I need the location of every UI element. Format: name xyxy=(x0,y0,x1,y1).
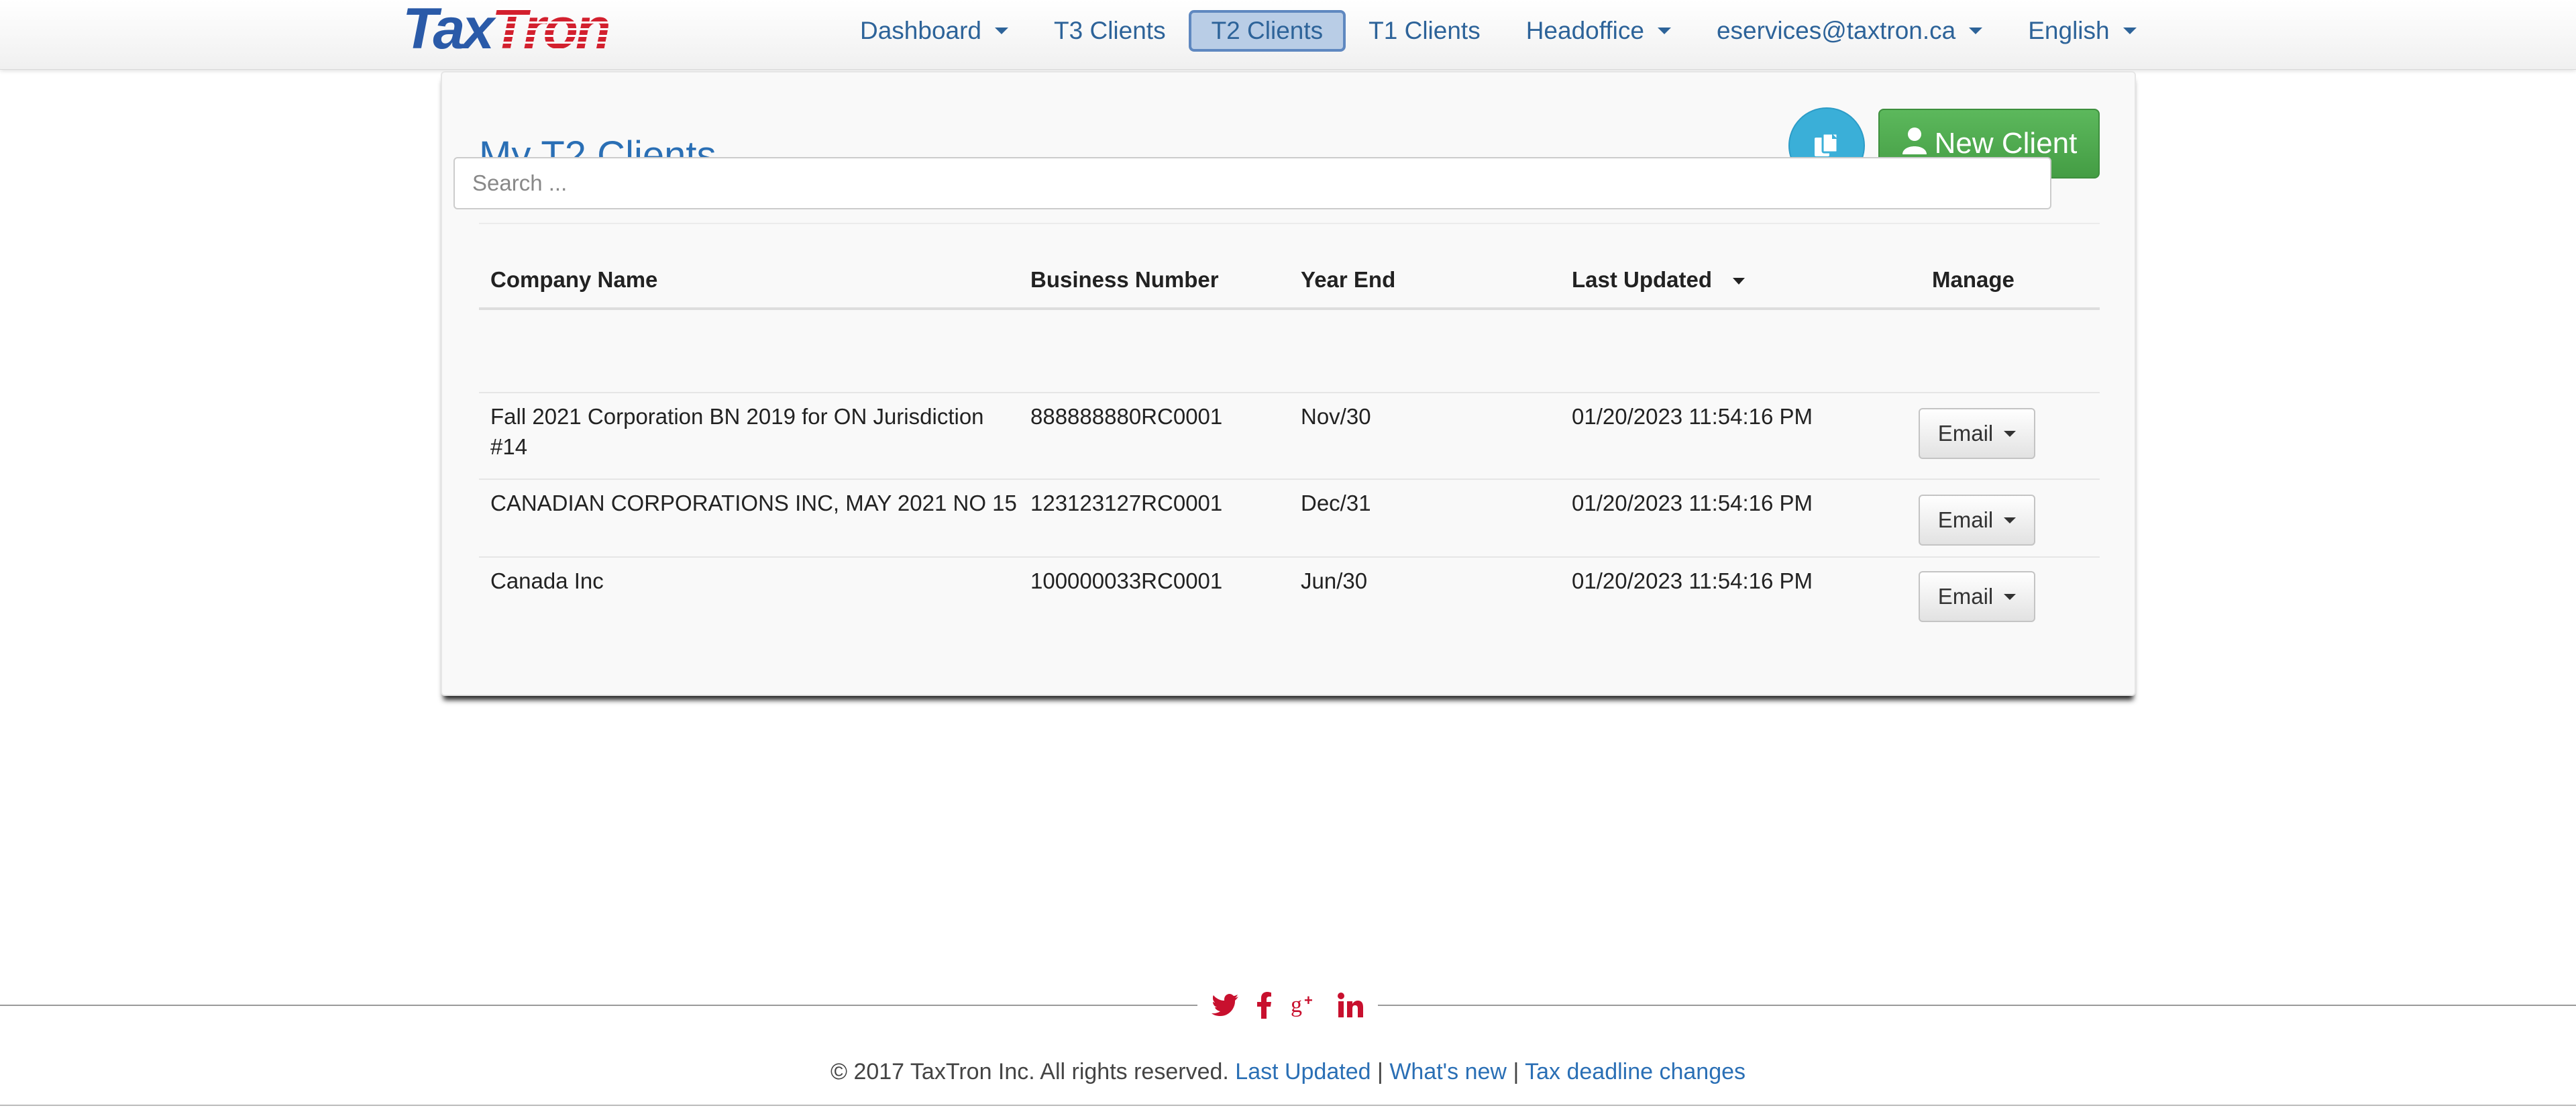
logo-text-tron: Tron xyxy=(492,0,611,61)
table-row: CANADIAN CORPORATIONS INC, MAY 2021 NO 1… xyxy=(479,480,2100,558)
company-name-line: CANADIAN CORPORATIONS INC, MAY 2021 NO 1… xyxy=(490,491,1017,515)
top-navbar: TaxTron Dashboard T3 Clients T2 Clients … xyxy=(0,0,2576,70)
nav-t1-clients-label: T1 Clients xyxy=(1368,17,1481,44)
email-dropdown-button[interactable]: Email xyxy=(1919,408,2035,459)
linkedin-icon[interactable] xyxy=(1338,993,1363,1018)
column-manage: Manage xyxy=(1932,267,2015,292)
chevron-down-icon xyxy=(2004,517,2017,523)
sort-desc-icon xyxy=(1733,278,1746,285)
copy-icon xyxy=(1815,132,1839,156)
nav-dashboard[interactable]: Dashboard xyxy=(837,10,1031,52)
column-business-number[interactable]: Business Number xyxy=(1030,267,1219,293)
nav-language-label: English xyxy=(2028,17,2110,44)
nav-t2-clients[interactable]: T2 Clients xyxy=(1188,10,1346,52)
cell-business-number: 100000033RC0001 xyxy=(1030,568,1223,593)
cell-last-updated: 01/20/2023 11:54:16 PM xyxy=(1572,568,1813,593)
footer-text: © 2017 TaxTron Inc. All rights reserved.… xyxy=(0,1059,2576,1085)
footer-separator: | xyxy=(1377,1059,1383,1084)
chevron-down-icon xyxy=(2004,430,2017,437)
copyright-text: © 2017 TaxTron Inc. All rights reserved. xyxy=(830,1059,1229,1084)
table-header: Company Name Business Number Year End La… xyxy=(479,267,2100,310)
nav-user-account-label: eservices@taxtron.ca xyxy=(1716,17,1956,44)
cell-business-number: 888888880RC0001 xyxy=(1030,404,1223,429)
nav-t3-clients[interactable]: T3 Clients xyxy=(1031,10,1189,52)
chevron-down-icon xyxy=(2004,593,2017,600)
table-row: Canada Inc 100000033RC0001 Jun/30 01/20/… xyxy=(479,558,2100,633)
cell-year-end: Jun/30 xyxy=(1301,568,1368,593)
chevron-down-icon xyxy=(1969,28,1983,34)
logo-text-tax: Tax xyxy=(402,0,494,61)
footer-link-last-updated[interactable]: Last Updated xyxy=(1235,1059,1371,1084)
cell-company-name: Fall 2021 Corporation BN 2019 for ON Jur… xyxy=(490,401,984,462)
email-dropdown-button[interactable]: Email xyxy=(1919,571,2035,622)
footer-divider-right xyxy=(1378,1005,2576,1006)
footer-link-whats-new[interactable]: What's new xyxy=(1389,1059,1507,1084)
cell-year-end: Nov/30 xyxy=(1301,404,1371,429)
google-plus-icon[interactable]: g + xyxy=(1291,992,1319,1019)
cell-last-updated: 01/20/2023 11:54:16 PM xyxy=(1572,404,1813,429)
column-last-updated[interactable]: Last Updated xyxy=(1572,267,1746,293)
cell-company-name: Canada Inc xyxy=(490,566,604,596)
table-row: Fall 2021 Corporation BN 2019 for ON Jur… xyxy=(479,393,2100,480)
svg-text:+: + xyxy=(1304,992,1313,1009)
chevron-down-icon xyxy=(2123,28,2137,34)
email-button-label: Email xyxy=(1937,507,1994,532)
facebook-icon[interactable] xyxy=(1257,992,1272,1019)
twitter-icon[interactable] xyxy=(1212,994,1238,1017)
new-client-label: New Client xyxy=(1934,127,2078,160)
footer-separator: | xyxy=(1513,1059,1519,1084)
cell-year-end: Dec/31 xyxy=(1301,491,1371,515)
chevron-down-icon xyxy=(1657,28,1671,34)
footer-divider-left xyxy=(0,1005,1197,1006)
nav-t2-clients-label: T2 Clients xyxy=(1211,17,1324,44)
nav-user-account[interactable]: eservices@taxtron.ca xyxy=(1694,10,2005,52)
company-name-line: Fall 2021 Corporation BN 2019 for ON Jur… xyxy=(490,404,984,429)
column-company-name[interactable]: Company Name xyxy=(490,267,657,293)
clients-panel: My T2 Clients New Client Company Name Bu… xyxy=(441,71,2136,696)
email-button-label: Email xyxy=(1937,584,1994,609)
user-icon xyxy=(1901,126,1928,162)
svg-text:g: g xyxy=(1291,993,1302,1017)
main-nav: Dashboard T3 Clients T2 Clients T1 Clien… xyxy=(837,0,2159,62)
footer-link-tax-deadline-changes[interactable]: Tax deadline changes xyxy=(1525,1059,1746,1084)
column-year-end[interactable]: Year End xyxy=(1301,267,1395,293)
column-last-updated-label: Last Updated xyxy=(1572,267,1713,292)
nav-headoffice-label: Headoffice xyxy=(1525,17,1644,44)
social-links: g + xyxy=(1212,987,1363,1024)
header-divider xyxy=(479,223,2100,224)
email-button-label: Email xyxy=(1937,421,1994,446)
taxtron-logo[interactable]: TaxTron xyxy=(402,0,611,58)
nav-headoffice[interactable]: Headoffice xyxy=(1503,10,1694,52)
nav-language[interactable]: English xyxy=(2005,10,2159,52)
nav-dashboard-label: Dashboard xyxy=(860,17,982,44)
chevron-down-icon xyxy=(995,28,1009,34)
search-input[interactable] xyxy=(453,157,2051,209)
cell-company-name: CANADIAN CORPORATIONS INC, MAY 2021 NO 1… xyxy=(490,488,1017,518)
company-name-line: #14 xyxy=(490,434,528,459)
cell-business-number: 123123127RC0001 xyxy=(1030,491,1223,515)
nav-t3-clients-label: T3 Clients xyxy=(1054,17,1166,44)
company-name-line: Canada Inc xyxy=(490,568,604,593)
cell-last-updated: 01/20/2023 11:54:16 PM xyxy=(1572,491,1813,515)
footer-bottom-divider xyxy=(0,1105,2576,1106)
nav-t1-clients[interactable]: T1 Clients xyxy=(1346,10,1503,52)
email-dropdown-button[interactable]: Email xyxy=(1919,495,2035,546)
